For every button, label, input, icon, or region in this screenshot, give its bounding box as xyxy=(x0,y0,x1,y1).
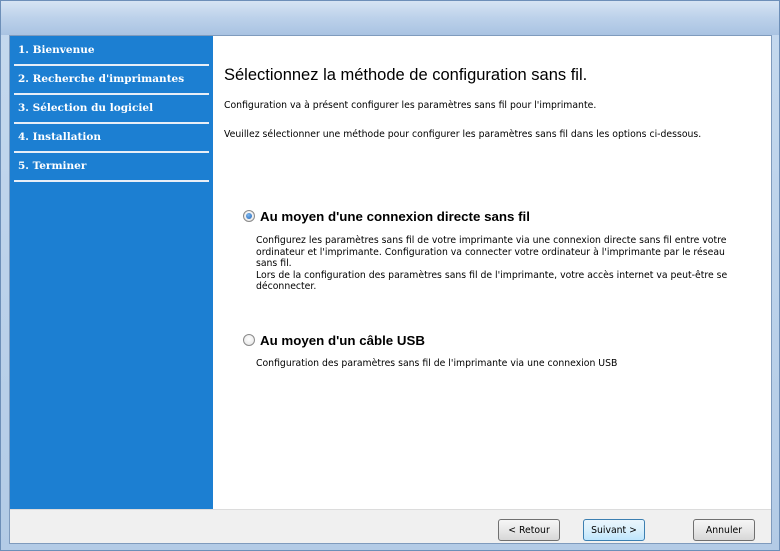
wizard-client-area: 1. Bienvenue 2. Recherche d'imprimantes … xyxy=(9,35,772,544)
installer-window: 1. Bienvenue 2. Recherche d'imprimantes … xyxy=(0,0,780,551)
cancel-button[interactable]: Annuler xyxy=(693,519,755,541)
wizard-footer: < Retour Suivant > Annuler xyxy=(10,509,771,543)
main-panel: Sélectionnez la méthode de configuration… xyxy=(213,36,771,509)
desc-line: Lors de la configuration des paramètres … xyxy=(256,269,728,281)
step-finish: 5. Terminer xyxy=(14,154,209,182)
desc-line: Configuration des paramètres sans fil de… xyxy=(256,358,618,369)
step-installation: 4. Installation xyxy=(14,125,209,153)
radio-selected-icon[interactable] xyxy=(243,210,255,222)
option-usb-cable[interactable]: Au moyen d'un câble USB xyxy=(243,331,425,349)
wizard-steps-sidebar: 1. Bienvenue 2. Recherche d'imprimantes … xyxy=(10,36,213,509)
step-printer-search: 2. Recherche d'imprimantes xyxy=(14,67,209,95)
step-welcome: 1. Bienvenue xyxy=(14,38,209,66)
page-title: Sélectionnez la méthode de configuration… xyxy=(224,66,588,84)
desc-line: Configurez les paramètres sans fil de vo… xyxy=(256,235,727,246)
intro-text-1: Configuration va à présent configurer le… xyxy=(224,100,597,111)
option-direct-wireless-description: Configurez les paramètres sans fil de vo… xyxy=(256,235,748,293)
option-usb-cable-description: Configuration des paramètres sans fil de… xyxy=(256,358,748,370)
radio-unselected-icon[interactable] xyxy=(243,334,255,346)
option-direct-wireless[interactable]: Au moyen d'une connexion directe sans fi… xyxy=(243,207,530,225)
desc-line: sans fil. xyxy=(256,258,292,269)
desc-line: déconnecter. xyxy=(256,281,317,292)
step-software-selection: 3. Sélection du logiciel xyxy=(14,96,209,124)
title-bar[interactable] xyxy=(1,1,779,35)
desc-line: ordinateur et l'imprimante. Configuratio… xyxy=(256,246,725,258)
option-direct-wireless-label[interactable]: Au moyen d'une connexion directe sans fi… xyxy=(260,209,530,224)
option-usb-cable-label[interactable]: Au moyen d'un câble USB xyxy=(260,333,425,348)
intro-text-2: Veuillez sélectionner une méthode pour c… xyxy=(224,129,702,140)
next-button[interactable]: Suivant > xyxy=(583,519,645,541)
back-button[interactable]: < Retour xyxy=(498,519,560,541)
